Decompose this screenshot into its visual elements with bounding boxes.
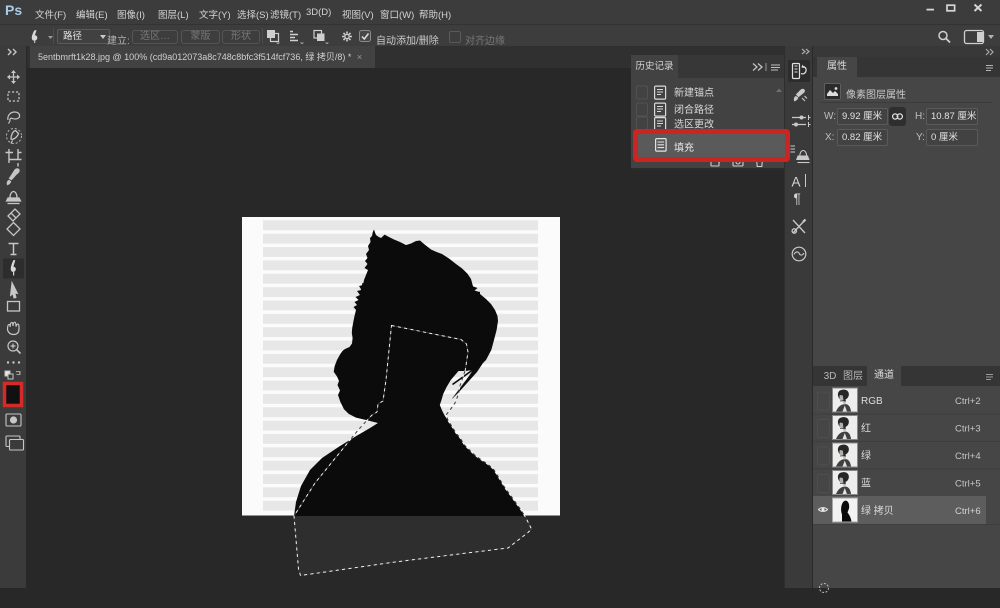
svg-text:A: A [792, 175, 801, 190]
svg-text:Ctrl+2: Ctrl+2 [955, 396, 981, 407]
svg-text:Ctrl+4: Ctrl+4 [955, 451, 981, 462]
svg-text:蓝: 蓝 [861, 478, 871, 490]
svg-text:Ctrl+6: Ctrl+6 [955, 506, 981, 517]
svg-text:红: 红 [861, 422, 871, 435]
svg-text:RGB: RGB [861, 396, 883, 407]
svg-text:Ctrl+3: Ctrl+3 [955, 424, 981, 435]
svg-text:Ctrl+5: Ctrl+5 [955, 479, 981, 490]
svg-text:绿 拷贝: 绿 拷贝 [861, 504, 894, 517]
svg-text:¶: ¶ [794, 191, 801, 206]
svg-text:绿: 绿 [861, 449, 871, 462]
svg-text:新建锚点: 新建锚点 [674, 86, 714, 99]
svg-text:闭合路径: 闭合路径 [674, 103, 714, 116]
